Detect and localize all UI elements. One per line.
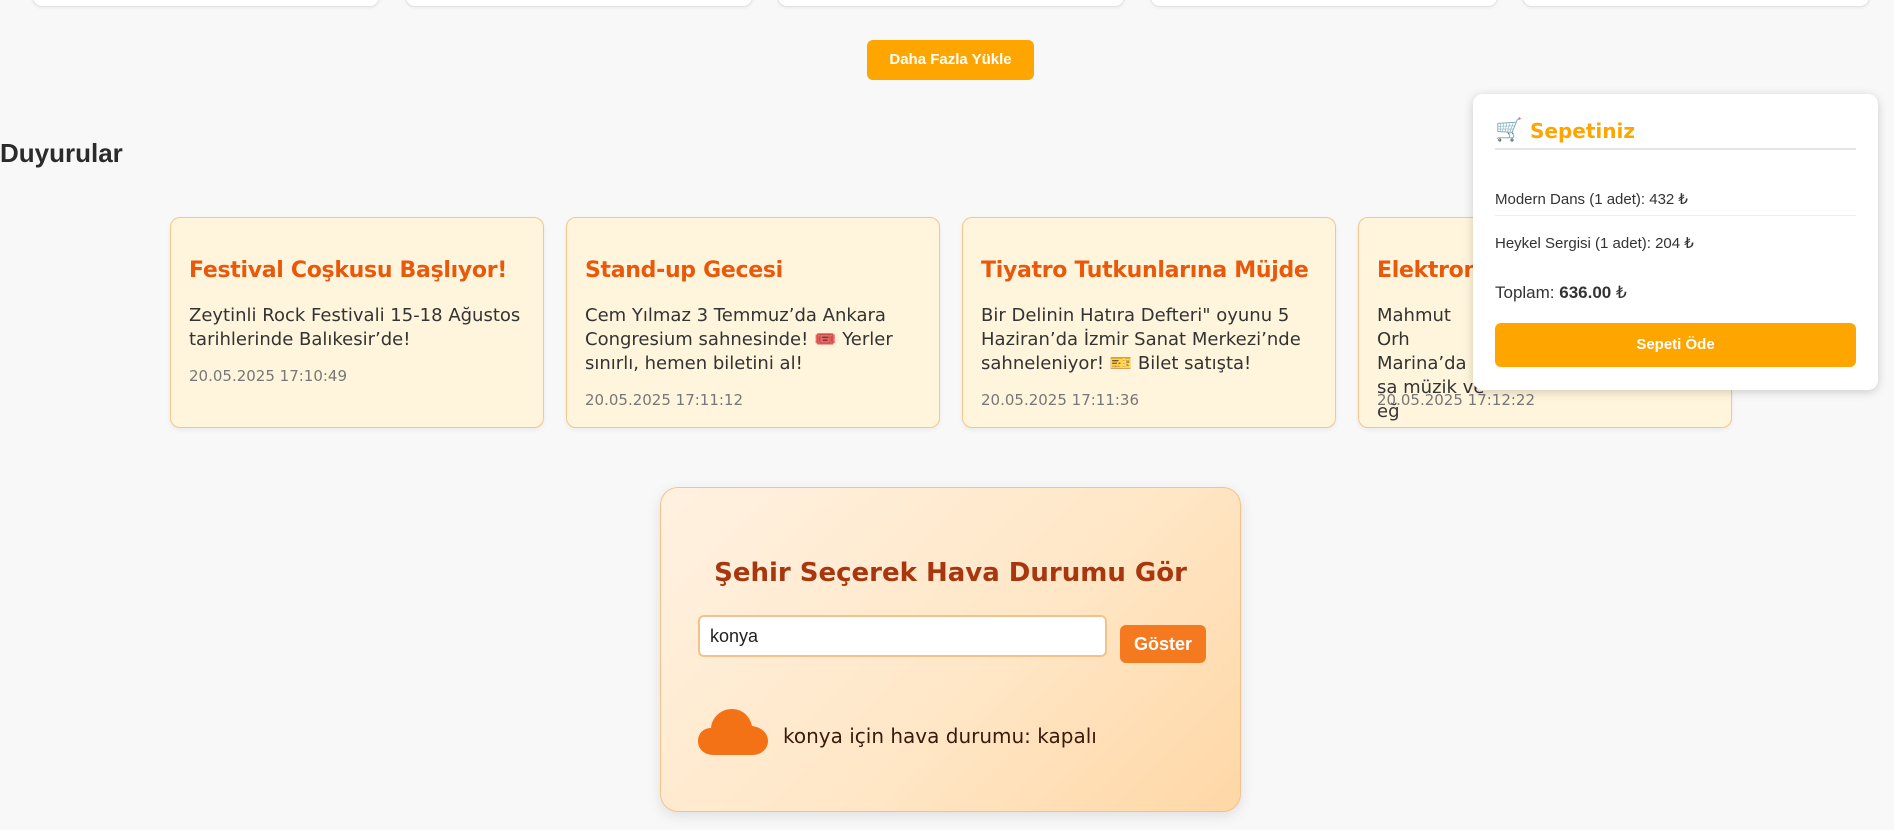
show-weather-button[interactable]: Göster [1120,625,1206,663]
event-card[interactable] [32,0,380,7]
event-card[interactable] [777,0,1125,7]
announcement-text: Bir Delinin Hatıra Defteri" oyunu 5 Hazi… [981,305,1301,374]
cart-panel: 🛒 Sepetiniz Modern Dans (1 adet): 432 ₺ … [1473,94,1878,390]
cloud-icon [698,709,768,755]
cart-currency: ₺ [1616,283,1627,302]
announcement-text: Cem Yılmaz 3 Temmuz’da Ankara Congresium… [585,305,893,374]
cart-icon: 🛒 [1495,118,1523,143]
load-more-button[interactable]: Daha Fazla Yükle [867,40,1034,80]
announcement-text: Zeytinli Rock Festivali 15-18 Ağustos ta… [189,305,521,350]
announcement-title: Festival Coşkusu Başlıyor! [189,258,507,283]
announcement-date: 20.05.2025 17:12:22 [1377,391,1536,409]
weather-title: Şehir Seçerek Hava Durumu Gör [714,558,1187,588]
announcement-card: Festival Coşkusu Başlıyor! Zeytinli Rock… [170,217,544,428]
cart-header: 🛒 Sepetiniz [1495,118,1856,150]
cart-total-value: 636.00 [1559,283,1612,302]
announcements-title: Duyurular [0,138,123,168]
city-input[interactable]: konya [698,615,1107,657]
weather-widget: Şehir Seçerek Hava Durumu Gör konya Göst… [660,487,1241,812]
cart-title: Sepetiniz [1530,119,1635,143]
pay-cart-button[interactable]: Sepeti Öde [1495,323,1856,367]
event-card[interactable] [1522,0,1870,7]
announcement-date: 20.05.2025 17:11:12 [585,391,744,409]
cart-item: Modern Dans (1 adet): 432 ₺ [1495,190,1856,216]
announcement-date: 20.05.2025 17:10:49 [189,367,348,385]
cart-item: Heykel Sergisi (1 adet): 204 ₺ [1495,235,1694,252]
cart-total-label: Toplam: [1495,283,1555,302]
announcement-title: Stand-up Gecesi [585,258,783,283]
weather-result: konya için hava durumu: kapalı [783,724,1097,748]
announcement-card: Stand-up Gecesi Cem Yılmaz 3 Temmuz’da A… [566,217,940,428]
event-card[interactable] [405,0,753,7]
announcement-date: 20.05.2025 17:11:36 [981,391,1140,409]
announcement-title: Tiyatro Tutkunlarına Müjde [981,258,1309,283]
announcement-card: Tiyatro Tutkunlarına Müjde Bir Delinin H… [962,217,1336,428]
event-card[interactable] [1150,0,1498,7]
cart-total: Toplam: 636.00 ₺ [1495,283,1627,303]
event-cards-row [32,0,1870,7]
